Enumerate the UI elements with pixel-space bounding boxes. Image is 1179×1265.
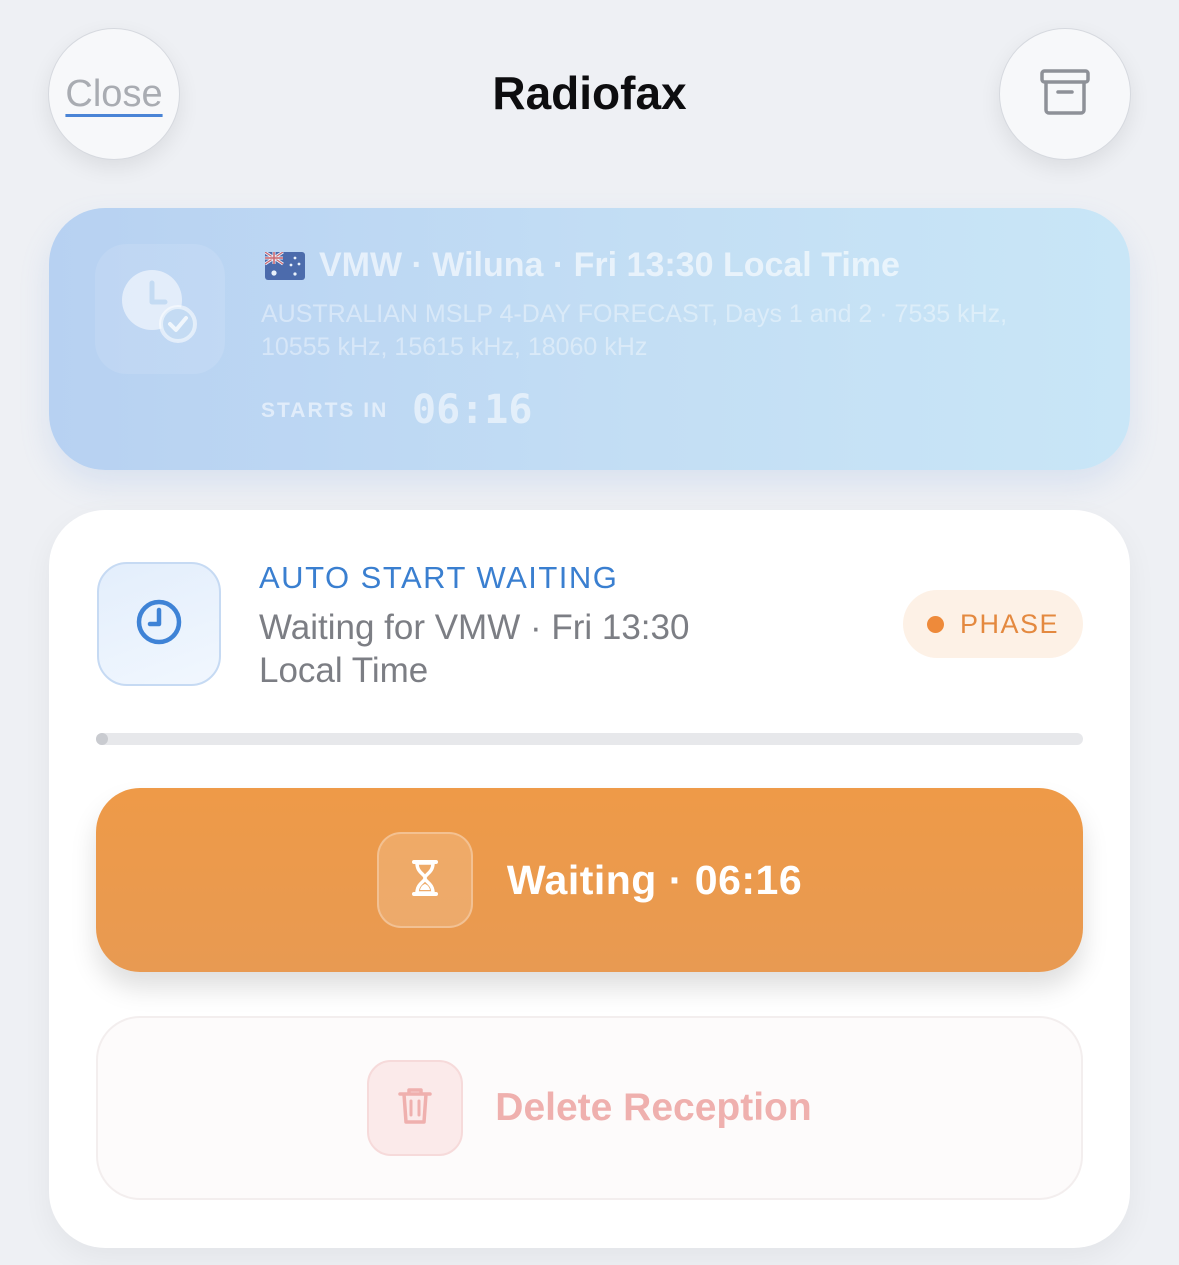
hourglass-icon [410, 859, 440, 902]
starts-in-countdown: 06:16 [412, 387, 533, 433]
clock-check-icon [120, 267, 200, 352]
phase-badge: PHASE [903, 590, 1083, 658]
schedule-title: VMW · Wiluna · Fri 13:30 Local Time [264, 246, 900, 289]
schedule-description: AUSTRALIAN MSLP 4-DAY FORECAST, Days 1 a… [261, 300, 1008, 361]
schedule-icon-tile [95, 244, 225, 374]
status-icon-tile [97, 562, 221, 686]
phase-dot [926, 615, 944, 633]
status-detail: Waiting for VMW · Fri 13:30 Local Time [259, 608, 690, 690]
clock-icon [134, 597, 184, 652]
progress-bar [96, 733, 1083, 745]
delete-reception-button[interactable]: Delete Reception [96, 1016, 1083, 1200]
schedule-title-text: VMW · Wiluna · Fri 13:30 Local Time [319, 246, 900, 284]
waiting-button[interactable]: Waiting · 06:16 [96, 788, 1083, 972]
phase-label: PHASE [959, 608, 1060, 639]
schedule-card[interactable]: VMW · Wiluna · Fri 13:30 Local Time AUST… [49, 208, 1130, 470]
status-card: AUTO START WAITING Waiting for VMW · Fri… [49, 510, 1130, 1248]
archive-button[interactable] [999, 28, 1131, 160]
starts-in-label: STARTS IN [261, 399, 389, 422]
australia-flag [264, 250, 305, 289]
radiofax-sheet: Close Radiofax VMW · Wiluna · Fri 13:30 … [0, 0, 1179, 1265]
archive-box-icon [1040, 68, 1090, 121]
delete-reception-label: Delete Reception [495, 1086, 812, 1129]
status-title: AUTO START WAITING [259, 560, 619, 595]
waiting-label: Waiting · 06:16 [506, 856, 803, 903]
waiting-icon-tile [376, 832, 473, 928]
trash-icon [397, 1086, 433, 1131]
progress-fill [96, 733, 108, 745]
delete-icon-tile [367, 1060, 464, 1156]
